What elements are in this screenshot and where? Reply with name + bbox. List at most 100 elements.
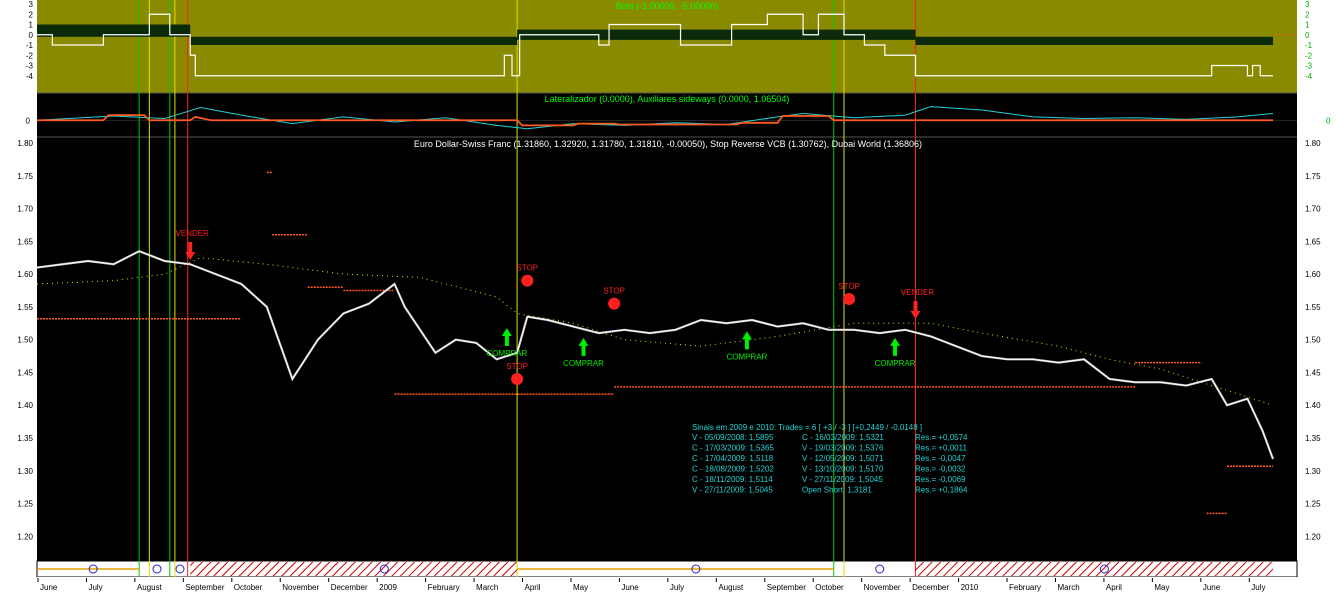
bobi-ytick-right: -3 <box>1305 62 1313 71</box>
buy-label: COMPRAR <box>486 349 527 358</box>
x-tick-label: August <box>718 583 744 592</box>
x-tick-label: February <box>428 583 460 592</box>
x-tick-label: June <box>621 583 639 592</box>
price-ytick-left: 1.60 <box>17 270 33 279</box>
bobi-ytick-right: 3 <box>1305 0 1310 9</box>
price-ytick-left: 1.50 <box>17 336 33 345</box>
x-tick-label: December <box>912 583 949 592</box>
price-ytick-left: 1.80 <box>17 139 33 148</box>
x-tick-label: September <box>185 583 224 592</box>
chart-canvas: 3 32 21 10 0-1 -1-2 -2-3 -3-4 -4 00 1.80 1.801.75… <box>17 0 1331 592</box>
short-region <box>915 562 1273 576</box>
price-ytick-right: 1.55 <box>1305 303 1321 312</box>
bobi-band <box>190 36 518 45</box>
stats-cell: C - 17/03/2009: 1,5365 <box>692 444 774 453</box>
x-tick-label: February <box>1009 583 1041 592</box>
x-tick-label: October <box>234 583 263 592</box>
price-ytick-right: 1.70 <box>1305 205 1321 214</box>
price-ytick-left: 1.75 <box>17 172 33 181</box>
bobi-ytick-left: 0 <box>29 31 34 40</box>
axes: June July August September October November De… <box>37 577 1297 592</box>
stats-cell: V - 05/09/2008: 1,5895 <box>692 433 774 442</box>
stats-cell: Res.= -0,0069 <box>915 475 966 484</box>
price-ytick-right: 1.30 <box>1305 467 1321 476</box>
stats-cell: C - 18/08/2009: 1,5202 <box>692 465 774 474</box>
price-ytick-right: 1.60 <box>1305 270 1321 279</box>
bobi-ytick-right: -1 <box>1305 41 1313 50</box>
bobi-ytick-left: 2 <box>29 10 34 19</box>
price-ytick-right: 1.45 <box>1305 368 1321 377</box>
price-ytick-left: 1.25 <box>17 500 33 509</box>
stats-cell: Res.= +0,0574 <box>915 433 968 442</box>
bobi-ytick-left: -3 <box>26 62 34 71</box>
price-ytick-right: 1.50 <box>1305 336 1321 345</box>
x-tick-label: 2010 <box>961 583 979 592</box>
lateral-ytick-right: 0 <box>1326 116 1331 125</box>
lateral-title: Lateralizador (0.0000), Auxiliares sidew… <box>545 94 790 104</box>
x-tick-label: December <box>331 583 368 592</box>
stop-label: STOP <box>603 287 625 296</box>
bobi-ytick-left: -4 <box>26 72 34 81</box>
x-tick-label: April <box>1106 583 1122 592</box>
stop-sign-icon <box>511 373 524 385</box>
stats-cell: Res.= -0,0047 <box>915 454 966 463</box>
bobi-ytick-right: 1 <box>1305 21 1310 30</box>
buy-label: COMPRAR <box>726 352 767 361</box>
bobi-ytick-right: 2 <box>1305 10 1310 19</box>
stats-cell: C - 16/03/2009: 1,5321 <box>802 433 884 442</box>
bobi-ytick-left: -1 <box>26 41 34 50</box>
price-ytick-right: 1.65 <box>1305 237 1321 246</box>
stats-cell: Res.= -0,0032 <box>915 465 966 474</box>
stats-cell: V - 12/05/2009: 1,5071 <box>802 454 884 463</box>
stop-sign-icon <box>843 293 856 306</box>
price-ytick-right: 1.40 <box>1305 401 1321 410</box>
bobi-ytick-right: 0 <box>1305 31 1310 40</box>
x-tick-label: August <box>137 583 163 592</box>
x-tick-label: September <box>767 583 806 592</box>
x-tick-label: July <box>88 583 102 592</box>
x-tick-label: May <box>1154 583 1169 592</box>
x-tick-label: 2009 <box>379 583 397 592</box>
stats-cell: V - 13/10/2009: 1,5170 <box>802 465 884 474</box>
bobi-ytick-left: 1 <box>29 21 34 30</box>
sell-label: VENDER <box>176 229 210 238</box>
price-title: Euro Dollar-Swiss Franc (1.31860, 1.3292… <box>414 139 922 149</box>
stop-sign-icon <box>608 297 621 310</box>
buy-label: COMPRAR <box>875 359 916 368</box>
stats-cell: Open Short: 1,3181 <box>802 486 872 495</box>
stats-cell: C - 17/04/2009: 1,5118 <box>692 454 774 463</box>
x-tick-label: November <box>864 583 901 592</box>
x-tick-label: June <box>40 583 58 592</box>
x-tick-label: November <box>282 583 319 592</box>
price-panel-bg <box>37 137 1297 561</box>
price-ytick-left: 1.65 <box>17 237 33 246</box>
price-ytick-right: 1.25 <box>1305 500 1321 509</box>
price-ytick-right: 1.20 <box>1305 532 1321 541</box>
x-tick-label: October <box>815 583 844 592</box>
chart-window: 3 3 2 2 1 1 0 0 -1 -1 -2 -2 -3 -3 -4 -4 00 1.80 1.80 1.75… <box>0 0 1336 592</box>
price-ytick-left: 1.45 <box>17 368 33 377</box>
stats-header: Sinais em 2009 e 2010: Trades = 6 [ +3 /… <box>692 423 922 432</box>
bobi-title: Bobi (-1.00000, -5.00000) <box>616 1 719 11</box>
x-tick-label: March <box>1057 583 1079 592</box>
sell-label: VENDER <box>901 288 935 297</box>
stats-cell: C - 18/11/2009: 1,5114 <box>692 475 773 484</box>
short-region <box>190 562 518 576</box>
x-tick-label: June <box>1203 583 1221 592</box>
stop-label: STOP <box>838 282 860 291</box>
price-ytick-left: 1.70 <box>17 205 33 214</box>
indicator-panel-bg <box>37 0 1297 93</box>
price-ytick-right: 1.80 <box>1305 139 1321 148</box>
x-tick-label: May <box>573 583 588 592</box>
bobi-ytick-right: -2 <box>1305 51 1313 60</box>
stats-cell: V - 27/11/2009: 1,5045 <box>692 486 773 495</box>
stats-cell: V - 19/03/2009: 1,5376 <box>802 444 884 453</box>
price-ytick-left: 1.35 <box>17 434 33 443</box>
x-tick-label: March <box>476 583 498 592</box>
stats-cell: Res.= +0,1864 <box>915 486 968 495</box>
price-ytick-left: 1.20 <box>17 532 33 541</box>
x-tick-label: July <box>670 583 684 592</box>
bobi-ytick-left: 3 <box>29 0 34 9</box>
stop-label: STOP <box>506 362 528 371</box>
x-tick-label: April <box>525 583 541 592</box>
